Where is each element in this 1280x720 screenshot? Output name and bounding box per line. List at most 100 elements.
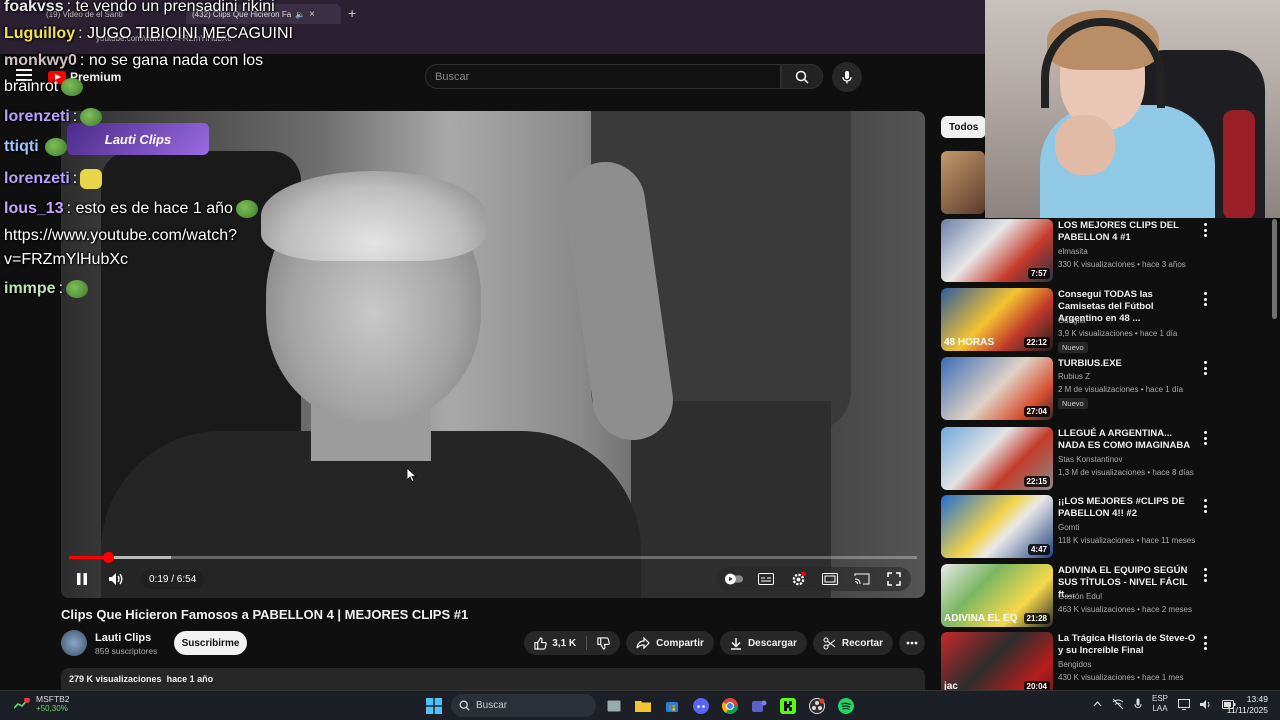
new-badge: Nuevo bbox=[1058, 342, 1088, 353]
recommendation-item[interactable]: 7:57 LOS MEJORES CLIPS DEL PABELLON 4 #1 e… bbox=[941, 219, 1271, 283]
streamer-webcam bbox=[985, 0, 1280, 218]
pause-icon bbox=[77, 573, 87, 585]
language-indicator[interactable]: ESP LAA bbox=[1152, 694, 1168, 714]
close-icon[interactable]: × bbox=[309, 9, 315, 20]
thumbnail[interactable]: jac 20:04 bbox=[941, 632, 1053, 695]
pause-button[interactable] bbox=[73, 570, 91, 588]
filter-chip-all[interactable]: Todos bbox=[941, 116, 987, 138]
language-code: ESP bbox=[1152, 694, 1169, 703]
url-bar[interactable]: youtube.com/watch?v=FRZmYlHubXc bbox=[96, 34, 231, 50]
cast-button[interactable] bbox=[853, 570, 871, 588]
recommendation-title[interactable]: TURBIUS.EXE bbox=[1058, 358, 1198, 370]
thumbnail[interactable]: 27:04 bbox=[941, 357, 1053, 420]
recommendation-item[interactable]: ADIVINA EL EQ 21:28 ADIVINA EL EQUIPO SEGÚ… bbox=[941, 564, 1271, 628]
recommendation-channel[interactable]: elmasita bbox=[1058, 247, 1088, 256]
recommendation-item[interactable]: 48 HORAS 22:12 Conseguí TODAS las Camiseta… bbox=[941, 288, 1271, 353]
thumbnail-text: 48 HORAS bbox=[944, 337, 995, 348]
recommendation-channel[interactable]: Gomti bbox=[1058, 523, 1079, 532]
thumbnail[interactable]: 48 HORAS 22:12 bbox=[941, 288, 1053, 351]
recommendation-item[interactable]: 4:47 ¡¡LOS MEJORES #CLIPS DE PABELLON 4!!… bbox=[941, 495, 1271, 559]
video-player[interactable]: Lauti Clips 0:19 / 6:54 bbox=[61, 111, 925, 598]
share-button[interactable]: Compartir bbox=[626, 631, 714, 655]
thumbnail[interactable]: 4:47 bbox=[941, 495, 1053, 558]
microphone-icon[interactable] bbox=[1134, 698, 1142, 710]
store-icon[interactable] bbox=[660, 694, 683, 717]
chevron-up-icon[interactable] bbox=[1093, 701, 1102, 707]
video-duration: 21:28 bbox=[1023, 613, 1050, 624]
recommendation-title[interactable]: LLEGUÉ A ARGENTINA... NADA ES COMO IMAGI… bbox=[1058, 428, 1198, 452]
dislike-button[interactable] bbox=[587, 631, 620, 655]
tab-mute-icon[interactable]: 🔈 bbox=[295, 10, 305, 19]
network-off-icon[interactable] bbox=[1112, 698, 1124, 710]
more-options-icon[interactable] bbox=[1199, 568, 1211, 582]
recommendation-channel[interactable]: Rubius Z bbox=[1058, 372, 1090, 381]
download-button[interactable]: Descargar bbox=[719, 631, 807, 655]
teams-icon[interactable] bbox=[747, 694, 770, 717]
recommendation-channel[interactable]: Gastón Edul bbox=[1058, 592, 1102, 601]
more-actions-button[interactable] bbox=[899, 631, 925, 655]
progress-scrubber[interactable] bbox=[103, 552, 114, 563]
obs-icon[interactable] bbox=[805, 694, 828, 717]
hamburger-menu-icon[interactable] bbox=[16, 69, 32, 81]
progress-bar[interactable] bbox=[69, 552, 917, 563]
chat-username: lorenzeti bbox=[4, 108, 70, 125]
video-actions: 3,1 K Compartir Descargar Recortar bbox=[524, 631, 925, 655]
recommendation-title[interactable]: LOS MEJORES CLIPS DEL PABELLON 4 #1 bbox=[1058, 220, 1198, 244]
stock-widget[interactable]: MSFTB2 +50,30% bbox=[14, 694, 70, 713]
sidebar-scrollbar[interactable] bbox=[1272, 219, 1277, 319]
volume-button[interactable] bbox=[107, 570, 125, 588]
search-button[interactable] bbox=[781, 64, 823, 89]
search-input[interactable]: Buscar bbox=[425, 64, 781, 89]
spotify-icon[interactable] bbox=[834, 694, 857, 717]
more-options-icon[interactable] bbox=[1199, 223, 1211, 237]
kick-icon[interactable] bbox=[776, 694, 799, 717]
new-tab-button[interactable]: + bbox=[348, 5, 356, 21]
recommendation-item[interactable]: 27:04 TURBIUS.EXE Rubius Z 2 M de visualiza… bbox=[941, 357, 1271, 421]
like-button[interactable]: 3,1 K bbox=[524, 631, 586, 655]
more-options-icon[interactable] bbox=[1199, 499, 1211, 513]
channel-avatar[interactable] bbox=[61, 630, 87, 656]
recommendation-channel[interactable]: Guaglia bbox=[1058, 316, 1086, 325]
fullscreen-icon bbox=[887, 572, 901, 586]
system-clock[interactable]: 13:49 11/11/2025 bbox=[1227, 694, 1268, 716]
partial-thumbnail[interactable] bbox=[941, 151, 985, 214]
more-options-icon[interactable] bbox=[1199, 292, 1211, 306]
display-icon[interactable] bbox=[1178, 698, 1191, 710]
recommendation-title[interactable]: La Trágica Historia de Steve-O y su Incr… bbox=[1058, 633, 1198, 657]
autoplay-icon bbox=[725, 573, 743, 585]
chrome-icon[interactable] bbox=[718, 694, 741, 717]
fullscreen-button[interactable] bbox=[885, 570, 903, 588]
subtitles-button[interactable] bbox=[757, 570, 775, 588]
recommendation-title[interactable]: ¡¡LOS MEJORES #CLIPS DE PABELLON 4!! #2 bbox=[1058, 496, 1198, 520]
voice-search-button[interactable] bbox=[832, 62, 862, 92]
thumbs-down-icon bbox=[597, 636, 610, 650]
recommendation-channel[interactable]: Stas Konstantinov bbox=[1058, 455, 1122, 464]
recommendation-channel[interactable]: Bengidos bbox=[1058, 660, 1091, 669]
miniplayer-button[interactable] bbox=[821, 570, 839, 588]
taskbar-search[interactable]: Buscar bbox=[451, 694, 596, 717]
clip-button[interactable]: Recortar bbox=[812, 631, 893, 655]
recommendation-meta: 118 K visualizaciones • hace 11 meses bbox=[1058, 536, 1196, 545]
recommendation-item[interactable]: jac 20:04 La Trágica Historia de Steve-O y… bbox=[941, 632, 1271, 696]
file-explorer-icon[interactable] bbox=[631, 694, 654, 717]
more-options-icon[interactable] bbox=[1199, 361, 1211, 375]
more-options-icon[interactable] bbox=[1199, 431, 1211, 445]
task-view-icon[interactable] bbox=[602, 694, 625, 717]
discord-icon[interactable] bbox=[689, 694, 712, 717]
start-button[interactable] bbox=[422, 694, 445, 717]
new-badge: Nuevo bbox=[1058, 398, 1088, 409]
thumbnail[interactable]: 22:15 bbox=[941, 427, 1053, 490]
recommendation-item[interactable]: 22:15 LLEGUÉ A ARGENTINA... NADA ES COMO … bbox=[941, 427, 1271, 491]
browser-tab-1[interactable]: (19) Video de el Santi bbox=[40, 4, 180, 24]
browser-tab-2[interactable]: (432) Clips Que Hicieron Fa 🔈 × bbox=[186, 4, 341, 24]
youtube-logo[interactable]: Premium bbox=[48, 70, 121, 84]
subscribe-button[interactable]: Suscribirme bbox=[174, 631, 247, 655]
thumbnail[interactable]: 7:57 bbox=[941, 219, 1053, 282]
autoplay-toggle[interactable] bbox=[725, 570, 743, 588]
settings-button[interactable] bbox=[789, 570, 807, 588]
speaker-icon[interactable] bbox=[1200, 699, 1212, 710]
channel-name[interactable]: Lauti Clips bbox=[95, 632, 151, 644]
thumbnail[interactable]: ADIVINA EL EQ 21:28 bbox=[941, 564, 1053, 627]
more-options-icon[interactable] bbox=[1199, 636, 1211, 650]
description-box[interactable]: 279 K visualizaciones hace 1 año bbox=[61, 668, 925, 690]
